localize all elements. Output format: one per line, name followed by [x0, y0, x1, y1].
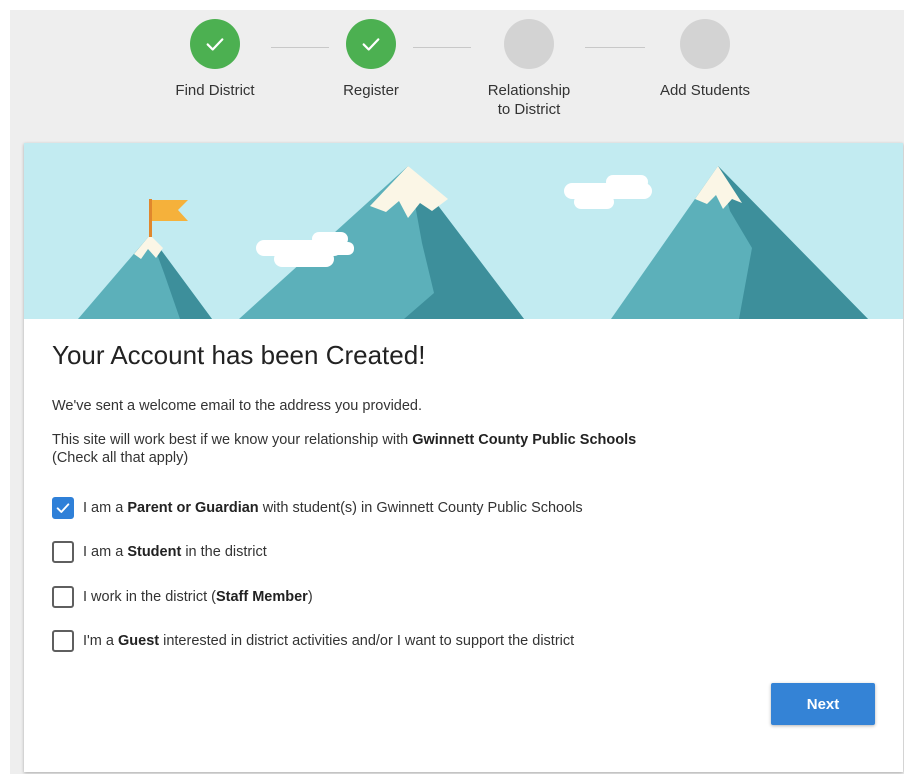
- step-pending-circle: [504, 19, 554, 69]
- checkmark-icon: [362, 38, 380, 51]
- step-label: Register: [343, 82, 399, 99]
- option-guest[interactable]: I'm a Guest interested in district activ…: [52, 629, 882, 654]
- mountain-banner: [24, 143, 903, 319]
- option-label-bold: Staff Member: [215, 588, 308, 605]
- option-label-prefix: I am a: [83, 544, 128, 560]
- option-label-prefix: I am a: [83, 499, 128, 516]
- option-label-suffix: interested in district activities and/or…: [159, 633, 575, 649]
- guest-checkbox[interactable]: [52, 630, 74, 652]
- progress-stepper: Find District Register Relationship to D…: [10, 10, 904, 140]
- relationship-options: I am a Parent or Guardian with student(s…: [52, 495, 882, 654]
- option-label-suffix: in the district: [181, 544, 267, 560]
- option-label-suffix: ): [307, 588, 313, 605]
- district-name: Gwinnett County Public Schools: [412, 432, 637, 448]
- mountain-illustration: [24, 143, 903, 319]
- option-label: I am a Parent or Guardian with student(s…: [83, 500, 583, 516]
- option-label-prefix: I'm a: [83, 633, 118, 649]
- next-button[interactable]: Next: [771, 683, 875, 725]
- page-title: Your Account has been Created!: [52, 340, 426, 370]
- step-label: Relationship to District: [487, 82, 571, 118]
- option-label: I am a Student in the district: [83, 544, 267, 560]
- account-created-card: Your Account has been Created! We've sen…: [24, 143, 903, 772]
- student-checkbox[interactable]: [52, 541, 74, 563]
- card-content: Your Account has been Created! We've sen…: [52, 339, 882, 673]
- page-background: Find District Register Relationship to D…: [10, 10, 904, 774]
- step-register: Register: [301, 19, 441, 100]
- relationship-prompt-text: This site will work best if we know your…: [52, 432, 413, 448]
- step-complete-circle: [346, 19, 396, 69]
- option-staff-member[interactable]: I work in the district (Staff Member): [52, 584, 882, 609]
- check-all-hint: (Check all that apply): [52, 450, 189, 466]
- step-add-students: Add Students: [635, 19, 775, 100]
- step-relationship: Relationship to District: [459, 19, 599, 119]
- staff-member-checkbox[interactable]: [52, 585, 74, 608]
- option-label-prefix: I work in the district (: [83, 588, 216, 605]
- option-label: I'm a Guest interested in district activ…: [83, 633, 574, 649]
- option-label-bold: Guest: [118, 633, 160, 649]
- step-label: Add Students: [659, 82, 751, 99]
- option-student[interactable]: I am a Student in the district: [52, 540, 882, 565]
- option-parent-guardian[interactable]: I am a Parent or Guardian with student(s…: [52, 495, 882, 520]
- step-label: Find District: [175, 82, 255, 99]
- checkmark-icon: [206, 38, 224, 51]
- parent-guardian-checkbox[interactable]: [52, 496, 74, 519]
- option-label-bold: Parent or Guardian: [127, 499, 259, 516]
- step-find-district: Find District: [145, 19, 285, 100]
- welcome-message: We've sent a welcome email to the addres…: [52, 398, 423, 414]
- relationship-prompt: This site will work best if we know your…: [52, 431, 882, 467]
- step-complete-circle: [190, 19, 240, 69]
- option-label-bold: Student: [127, 544, 182, 560]
- step-pending-circle: [680, 19, 730, 69]
- checkmark-icon: [56, 502, 70, 513]
- option-label: I work in the district (Staff Member): [83, 589, 313, 605]
- option-label-suffix: with student(s) in Gwinnett County Publi…: [258, 499, 583, 516]
